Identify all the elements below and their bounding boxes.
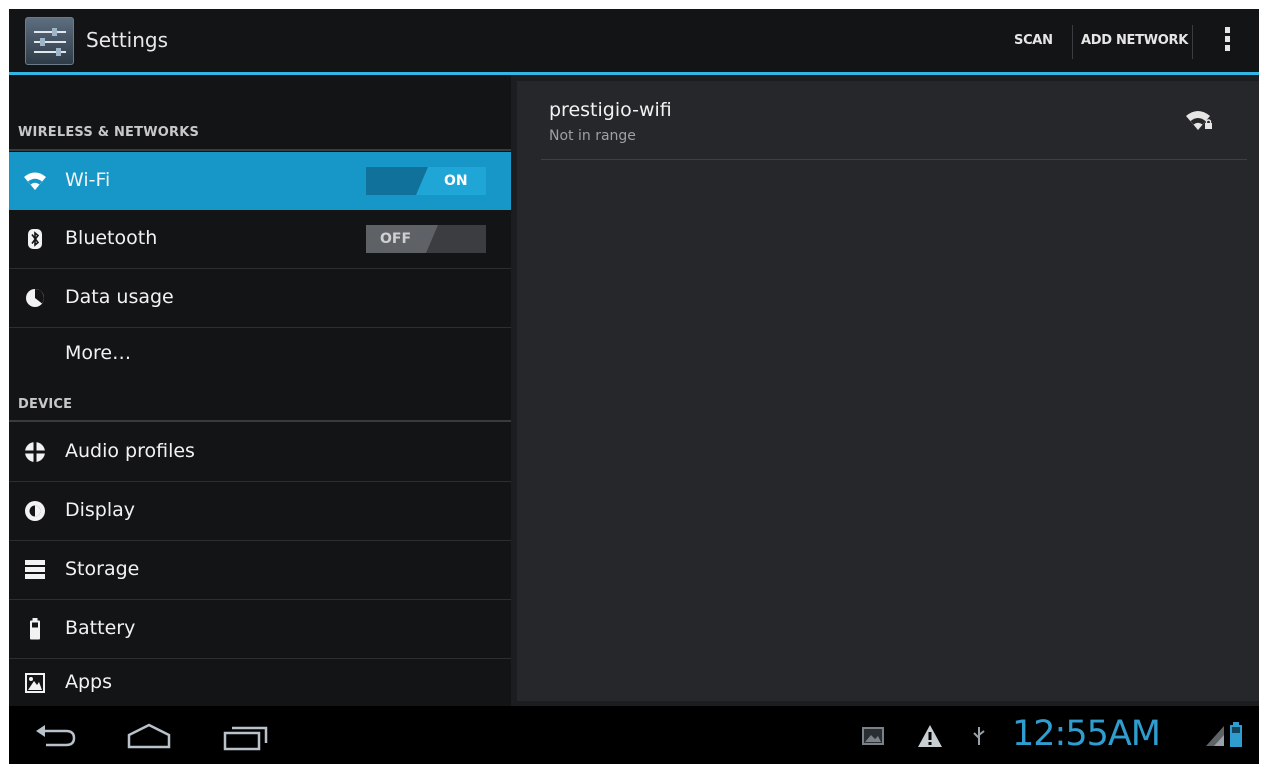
settings-item-label: Audio profiles bbox=[65, 440, 195, 462]
back-icon[interactable] bbox=[34, 723, 78, 749]
bluetooth-icon bbox=[28, 229, 42, 249]
settings-item-label: Bluetooth bbox=[65, 227, 158, 249]
network-name: prestigio-wifi bbox=[549, 99, 672, 121]
overflow-menu-icon[interactable] bbox=[1217, 25, 1237, 59]
wifi-signal-locked-icon bbox=[1186, 111, 1212, 130]
settings-item-more[interactable]: More… bbox=[9, 328, 511, 384]
settings-item-label: Storage bbox=[65, 558, 140, 580]
action-separator bbox=[1192, 25, 1193, 59]
settings-item-apps[interactable]: Apps bbox=[9, 659, 511, 706]
battery-icon bbox=[30, 618, 40, 640]
settings-item-label: Apps bbox=[65, 671, 113, 693]
wifi-icon bbox=[24, 172, 46, 190]
system-bar: 12:55AM bbox=[9, 706, 1259, 764]
gallery-notification-icon[interactable] bbox=[861, 725, 885, 747]
settings-item-label: Data usage bbox=[65, 286, 174, 308]
toggle-state: ON bbox=[444, 173, 468, 189]
usb-icon[interactable] bbox=[972, 726, 986, 746]
data-usage-icon bbox=[26, 289, 44, 307]
signal-icon[interactable] bbox=[1204, 724, 1226, 748]
android-tablet-screen: Settings SCAN ADD NETWORK WIRELESS & NET… bbox=[9, 9, 1259, 764]
settings-item-label: Battery bbox=[65, 617, 136, 639]
settings-sliders-icon[interactable] bbox=[25, 17, 74, 65]
settings-item-audio-profiles[interactable]: Audio profiles bbox=[9, 423, 511, 481]
action-bar: Settings SCAN ADD NETWORK bbox=[9, 9, 1259, 72]
wifi-toggle[interactable]: ON bbox=[366, 167, 486, 195]
warning-icon[interactable] bbox=[917, 724, 943, 748]
audio-profiles-icon bbox=[25, 442, 45, 462]
settings-item-label: More… bbox=[65, 342, 132, 364]
category-header-wireless: WIRELESS & NETWORKS bbox=[18, 125, 200, 140]
category-header-device: DEVICE bbox=[18, 397, 73, 412]
settings-item-display[interactable]: Display bbox=[9, 482, 511, 540]
page-title: Settings bbox=[86, 28, 169, 52]
network-divider bbox=[541, 159, 1247, 160]
action-separator bbox=[1072, 25, 1073, 59]
settings-item-bluetooth[interactable]: Bluetooth OFF bbox=[9, 210, 511, 268]
category-divider bbox=[9, 149, 511, 151]
home-icon[interactable] bbox=[125, 722, 173, 750]
scan-button[interactable]: SCAN bbox=[1014, 33, 1053, 48]
settings-list: WIRELESS & NETWORKS Wi-Fi ON Bluetooth O… bbox=[9, 75, 511, 706]
settings-item-storage[interactable]: Storage bbox=[9, 541, 511, 599]
toggle-state: OFF bbox=[380, 231, 412, 247]
wifi-network-list: prestigio-wifi Not in range bbox=[517, 81, 1259, 701]
recent-apps-icon[interactable] bbox=[222, 723, 270, 751]
category-divider bbox=[9, 420, 511, 422]
settings-item-data-usage[interactable]: Data usage bbox=[9, 269, 511, 327]
storage-icon bbox=[25, 560, 45, 579]
display-icon bbox=[25, 501, 45, 521]
network-status: Not in range bbox=[549, 128, 636, 144]
battery-status-icon[interactable] bbox=[1228, 721, 1244, 749]
add-network-button[interactable]: ADD NETWORK bbox=[1081, 33, 1188, 48]
settings-item-label: Display bbox=[65, 499, 136, 521]
settings-item-label: Wi-Fi bbox=[65, 169, 111, 191]
settings-item-wifi[interactable]: Wi-Fi ON bbox=[9, 152, 511, 210]
apps-icon bbox=[25, 673, 45, 693]
clock[interactable]: 12:55AM bbox=[1012, 714, 1161, 754]
bluetooth-toggle[interactable]: OFF bbox=[366, 225, 486, 253]
settings-item-battery[interactable]: Battery bbox=[9, 600, 511, 658]
